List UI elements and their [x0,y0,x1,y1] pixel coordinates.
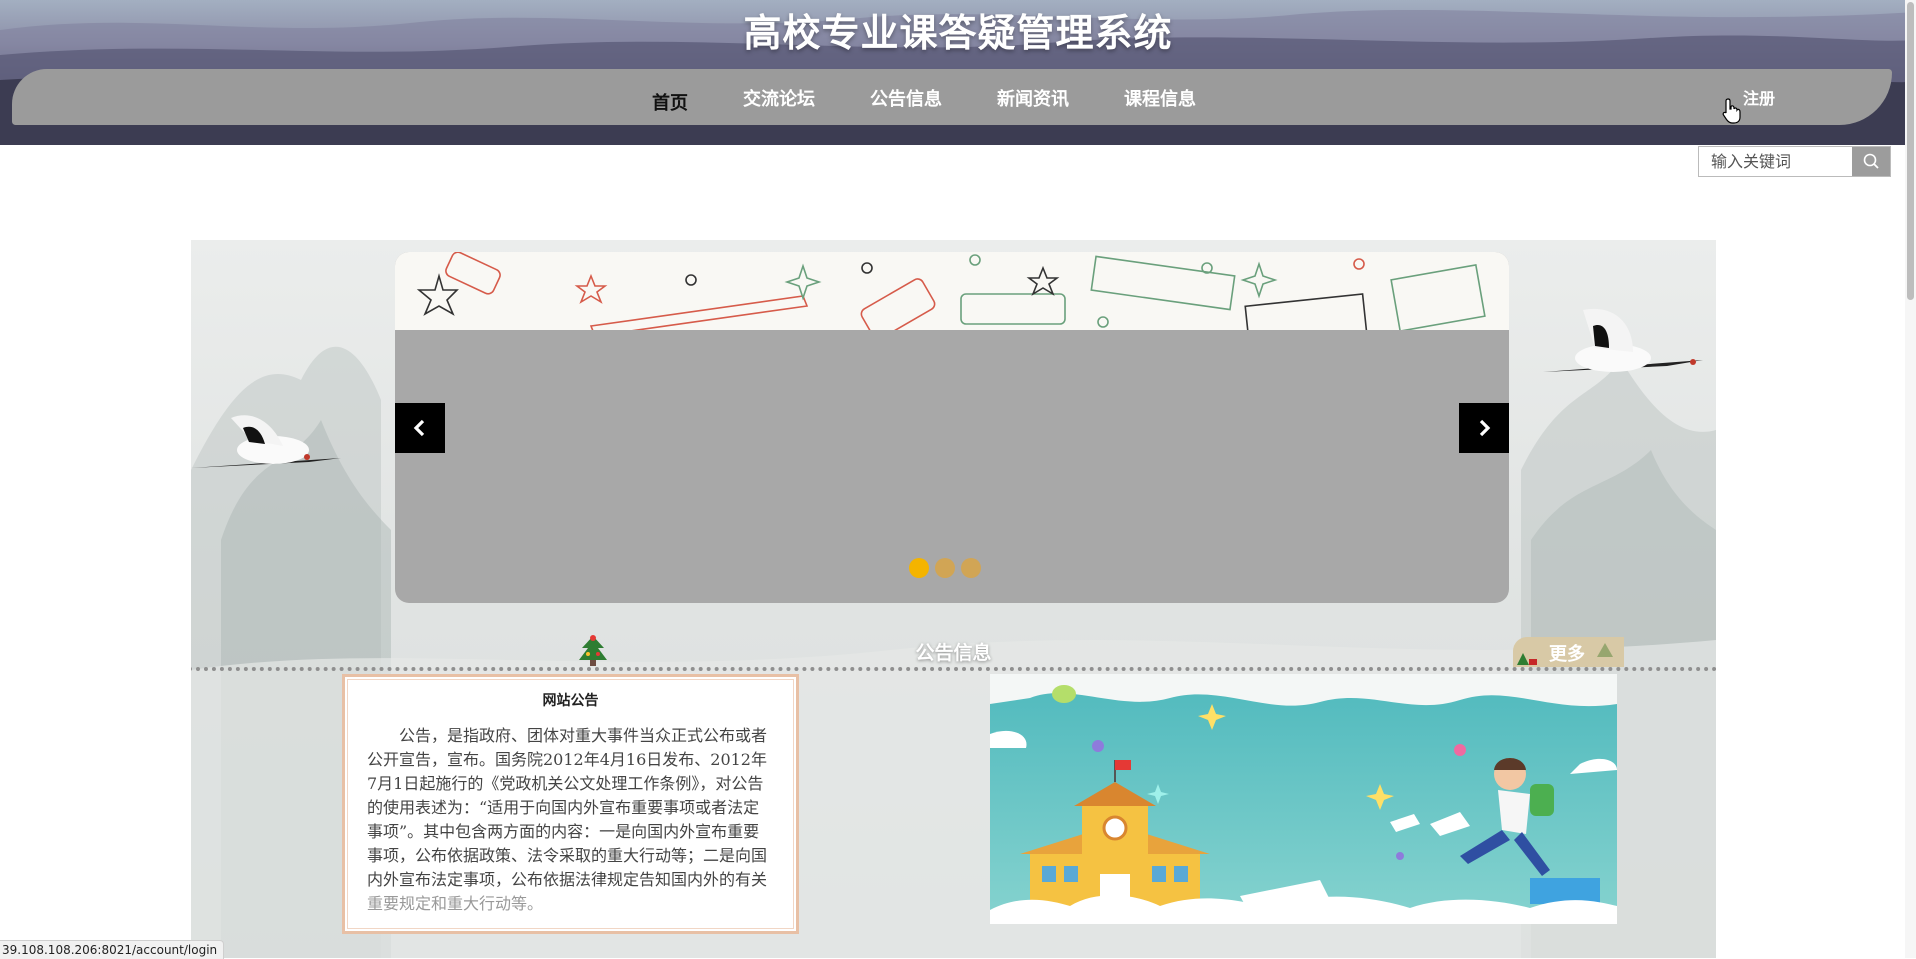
nav-item-home[interactable]: 首页 [652,89,688,115]
chevron-left-icon [413,419,425,437]
notice-card-body: 公告，是指政府、团体对重大事件当众正式公布或者公开宣告，宣布。国务院2012年4… [367,724,772,916]
search-icon [1863,153,1879,169]
crane-right-icon [1543,308,1703,372]
school-illustration-icon [990,674,1617,924]
stationery-doodle-icon [416,252,1486,347]
page-scrollbar[interactable] [1905,0,1916,958]
carousel-dot-1[interactable] [909,558,929,578]
section-title: 公告信息 [915,642,992,664]
carousel-dot-3[interactable] [961,558,981,578]
nav-item-forum[interactable]: 交流论坛 [743,85,815,111]
chevron-right-icon [1479,419,1491,437]
carousel-prev-button[interactable] [395,403,445,453]
register-link[interactable]: 注册 [1743,85,1775,109]
more-link[interactable]: 更多 [1549,640,1585,666]
status-bar-url: 39.108.108.206:8021/account/login [0,940,225,959]
search-box [1698,146,1891,177]
nav-item-news[interactable]: 新闻资讯 [997,85,1069,111]
main-content: 公告信息 更多 网站公告 公告，是指政府、团体对重大事件当众正式公布或者公开宣告… [191,240,1716,958]
site-title: 高校专业课答疑管理系统 [743,11,1173,55]
carousel-next-button[interactable] [1459,403,1509,453]
image-carousel[interactable] [395,252,1509,603]
section-divider [191,667,1716,671]
site-header: 高校专业课答疑管理系统 首页 交流论坛 公告信息 新闻资讯 课程信息 注册 [0,0,1916,145]
carousel-dot-2[interactable] [935,558,955,578]
hand-cursor-icon [1722,98,1741,124]
carousel-stationery-banner [395,252,1509,347]
nav-bar: 首页 交流论坛 公告信息 新闻资讯 课程信息 [12,69,1892,125]
search-input[interactable] [1699,147,1854,176]
notice-card-body-faded: 重要规定和重大行动等。 [367,894,544,913]
notice-card-title: 网站公告 [542,693,599,709]
nav-item-announcements[interactable]: 公告信息 [870,85,942,111]
notice-illustration [990,674,1617,924]
notice-card[interactable]: 网站公告 公告，是指政府、团体对重大事件当众正式公布或者公开宣告，宣布。国务院2… [342,674,799,934]
nav-item-courses[interactable]: 课程信息 [1124,85,1196,111]
search-button[interactable] [1852,147,1890,176]
scrollbar-thumb[interactable] [1907,2,1914,300]
notice-card-body-text: 公告，是指政府、团体对重大事件当众正式公布或者公开宣告，宣布。国务院2012年4… [367,726,768,889]
